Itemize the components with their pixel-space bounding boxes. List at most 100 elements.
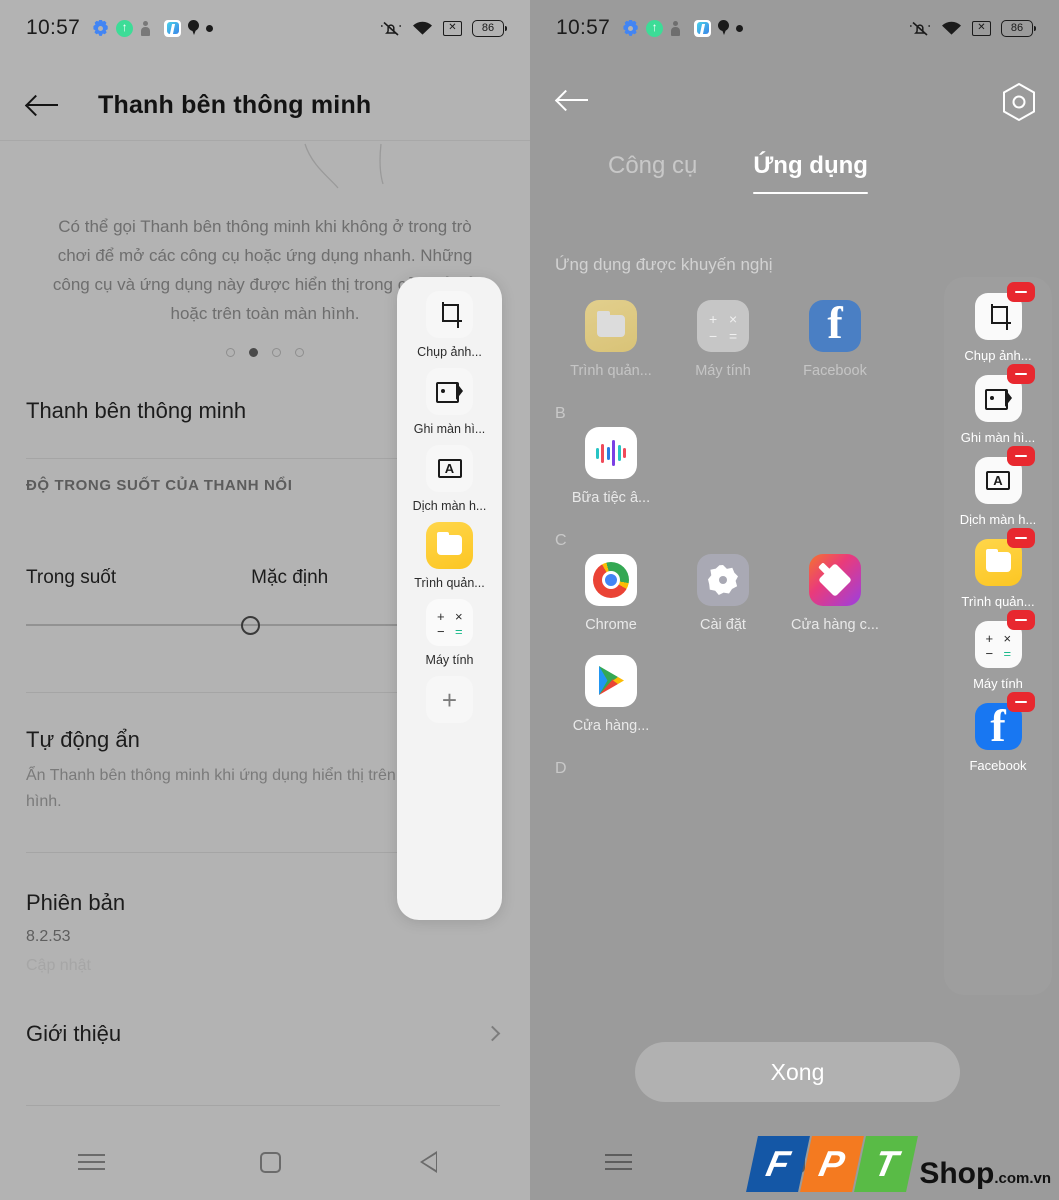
transparency-slider-knob[interactable] — [241, 616, 260, 635]
screen-translate-icon: A — [426, 445, 473, 492]
status-right-icons: 86 — [909, 19, 1036, 37]
recent-apps-icon[interactable] — [604, 1153, 632, 1171]
chrome-icon — [585, 554, 637, 606]
page-dot[interactable] — [272, 348, 281, 357]
sidebar-item-label: Ghi màn hì... — [413, 422, 486, 436]
auto-hide-title[interactable]: Tự động ẩn — [26, 727, 140, 753]
settings-flower-icon — [697, 554, 749, 606]
add-shortcut-button[interactable]: + — [426, 676, 473, 723]
file-manager-icon — [585, 300, 637, 352]
remove-minus-icon[interactable] — [1006, 446, 1035, 466]
remove-minus-icon[interactable] — [1006, 282, 1035, 302]
left-phone-screen: 10:57 ↑ ✕ 86 Thanh bên thông minh Có thể… — [0, 0, 530, 1200]
dot-icon — [736, 24, 744, 32]
divider — [26, 1105, 500, 1106]
app-item-playstore[interactable]: Cửa hàng... — [555, 655, 667, 734]
wifi-icon — [412, 20, 433, 36]
slider-max-label: Mặc định — [251, 567, 329, 588]
appbar-divider — [0, 140, 530, 141]
app-item-audioparty[interactable]: Bữa tiệc â... — [555, 427, 667, 506]
recommended-apps-header: Ứng dụng được khuyến nghị — [555, 255, 773, 274]
smart-sidebar-toggle-label[interactable]: Thanh bên thông minh — [26, 398, 246, 424]
remove-minus-icon[interactable] — [1006, 610, 1035, 630]
edit-item-label: Trình quản... — [961, 594, 1035, 609]
recommended-row: Trình quản... +×−= Máy tính Facebook — [555, 300, 975, 379]
settings-hex-icon[interactable] — [1001, 82, 1037, 122]
remove-minus-icon[interactable] — [1006, 364, 1035, 384]
app-item-settings[interactable]: Cài đặt — [667, 554, 779, 633]
edit-item-label: Máy tính — [973, 676, 1023, 691]
sidebar-item-screenshot[interactable]: Chụp ảnh... — [397, 291, 502, 359]
page-title: Thanh bên thông minh — [98, 90, 372, 119]
edit-item-screenshot[interactable]: Chụp ảnh... — [944, 282, 1052, 363]
mute-bell-icon — [380, 20, 402, 37]
section-c-row-1: Chrome Cài đặt Cửa hàng c... — [555, 554, 975, 633]
done-button[interactable]: Xong — [635, 1042, 960, 1102]
transparency-section-header: ĐỘ TRONG SUỐT CỦA THANH NỔI — [26, 477, 293, 494]
app-item-themestore[interactable]: Cửa hàng c... — [779, 554, 891, 633]
back-arrow-icon[interactable] — [556, 87, 590, 113]
edit-item-label: Ghi màn hì... — [960, 430, 1036, 445]
home-square-icon[interactable] — [259, 1151, 281, 1173]
sidebar-item-translate[interactable]: A Dịch màn h... — [397, 445, 502, 513]
battery-indicator: 86 — [1001, 19, 1036, 37]
edit-item-calculator[interactable]: + × − = Máy tính — [944, 610, 1052, 691]
app-item-chrome[interactable]: Chrome — [555, 554, 667, 633]
sidebar-item-calculator[interactable]: + × − = Máy tính — [397, 599, 502, 667]
edit-item-filemanager[interactable]: Trình quản... — [944, 528, 1052, 609]
remove-minus-icon[interactable] — [1006, 692, 1035, 712]
plus-icon: + — [441, 684, 458, 715]
edit-item-facebook[interactable]: Facebook — [944, 692, 1052, 773]
app-label: Chrome — [585, 617, 637, 633]
blue-app-icon — [164, 19, 182, 37]
page-dot-active[interactable] — [249, 348, 258, 357]
mute-bell-icon — [909, 20, 931, 37]
contacts-icon — [140, 20, 157, 36]
signal-off-icon — [443, 20, 462, 36]
status-left-icons — [622, 18, 744, 37]
app-item-facebook[interactable]: Facebook — [779, 300, 891, 379]
calculator-icon: + × − = — [697, 300, 749, 352]
app-label: Facebook — [803, 363, 867, 379]
page-dot[interactable] — [226, 348, 235, 357]
tab-apps[interactable]: Ứng dụng — [753, 152, 868, 194]
about-title[interactable]: Giới thiệu — [26, 1021, 121, 1047]
section-b-row: Bữa tiệc â... — [555, 427, 975, 506]
recent-apps-icon[interactable] — [77, 1153, 105, 1171]
right-appbar — [530, 72, 1059, 128]
back-triangle-icon[interactable] — [419, 1151, 453, 1173]
version-value: 8.2.53 — [26, 928, 71, 945]
status-time: 10:57 — [26, 16, 81, 39]
sidebar-item-filemanager[interactable]: Trình quản... — [397, 522, 502, 590]
app-label: Cửa hàng... — [572, 718, 650, 734]
edit-item-label: Dịch màn h... — [959, 512, 1037, 527]
illustration-area — [0, 142, 530, 202]
app-item-calculator[interactable]: + × − = Máy tính — [667, 300, 779, 379]
status-left-icons — [92, 18, 214, 37]
app-label: Cửa hàng c... — [791, 617, 879, 633]
edit-item-label: Facebook — [969, 758, 1027, 773]
alpha-header-b: B — [555, 405, 566, 422]
tab-tools[interactable]: Công cụ — [608, 152, 697, 194]
app-list: Trình quản... +×−= Máy tính Facebook B — [555, 300, 975, 782]
back-arrow-icon[interactable] — [26, 92, 60, 118]
app-label: Máy tính — [695, 363, 751, 379]
audio-waveform-icon — [585, 427, 637, 479]
left-status-bar: 10:57 ↑ ✕ 86 — [0, 0, 530, 56]
fpt-letter-t: T — [854, 1136, 919, 1192]
settings-gear-icon — [92, 20, 109, 37]
edit-item-translate[interactable]: A Dịch màn h... — [944, 446, 1052, 527]
chevron-right-icon[interactable] — [484, 1025, 501, 1042]
app-item-filemanager[interactable]: Trình quản... — [555, 300, 667, 379]
sidebar-item-screenrecord[interactable]: Ghi màn hì... — [397, 368, 502, 436]
sidebar-item-label: Trình quản... — [414, 576, 485, 590]
remove-minus-icon[interactable] — [1006, 528, 1035, 548]
signal-off-icon — [972, 20, 991, 36]
settings-gear-icon — [622, 20, 639, 37]
edit-item-screenrecord[interactable]: Ghi màn hì... — [944, 364, 1052, 445]
sidebar-item-label: Chụp ảnh... — [417, 345, 482, 359]
floating-sidebar-panel: Chụp ảnh... Ghi màn hì... A Dịch màn h..… — [397, 277, 502, 920]
version-update-link[interactable]: Cập nhật — [26, 957, 91, 975]
page-dot[interactable] — [295, 348, 304, 357]
crop-screenshot-icon — [426, 291, 473, 338]
